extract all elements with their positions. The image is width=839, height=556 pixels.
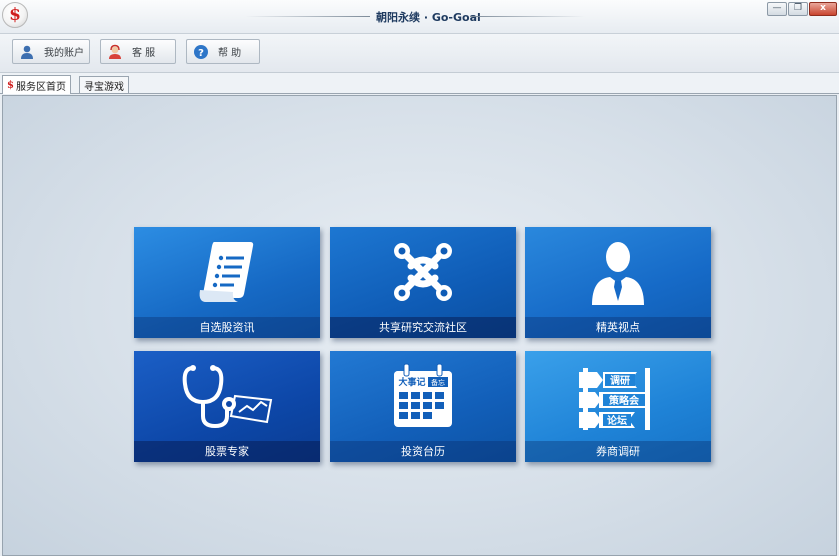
help-button[interactable]: ? 帮 助	[186, 39, 260, 64]
tile-label: 股票专家	[134, 441, 320, 462]
tile-label: 投资台历	[330, 441, 516, 462]
tile-watchlist-news[interactable]: 自选股资讯	[134, 227, 320, 338]
tab-treasure-hunt[interactable]: 寻宝游戏	[79, 76, 129, 93]
svg-text:?: ?	[198, 48, 204, 59]
tab-strip: $ 服务区首页 寻宝游戏	[0, 73, 839, 94]
tab-service-home[interactable]: $ 服务区首页	[2, 75, 71, 94]
stethoscope-chart-icon	[134, 351, 320, 441]
help-label: 帮 助	[218, 48, 242, 59]
tile-label: 共享研究交流社区	[330, 317, 516, 338]
title-decor-line-right	[470, 16, 585, 17]
tab-service-home-label: 服务区首页	[15, 81, 66, 93]
close-button[interactable]: x	[809, 2, 837, 16]
app-logo[interactable]: $	[2, 2, 28, 28]
calendar-title: 大事记	[398, 376, 425, 388]
restore-button[interactable]: ❐	[788, 2, 808, 16]
help-icon: ?	[192, 43, 210, 61]
calendar-badge: 备忘	[431, 378, 445, 387]
community-knot-icon	[330, 227, 516, 317]
tile-stock-expert[interactable]: 股票专家	[134, 351, 320, 462]
customer-service-button[interactable]: 客 服	[100, 39, 176, 64]
toolbar: 我的账户 客 服 ? 帮 助	[0, 34, 839, 73]
customer-service-icon	[106, 43, 124, 61]
signpost-label-3: 论坛	[607, 414, 627, 427]
customer-service-label: 客 服	[132, 48, 156, 59]
document-list-icon	[134, 227, 320, 317]
tile-label: 券商调研	[525, 441, 711, 462]
tile-elite-viewpoint[interactable]: 精英视点	[525, 227, 711, 338]
my-account-button[interactable]: 我的账户	[12, 39, 90, 64]
title-bar: $ 朝阳永续 · Go-Goal — ❐ x	[0, 0, 839, 34]
service-home-panel: 自选股资讯 共享研究交流社区 精英视点 股票专家 大事记 备忘 投资台历 调研 …	[2, 95, 837, 556]
tile-label: 精英视点	[525, 317, 711, 338]
signpost-label-1: 调研	[610, 374, 630, 387]
signpost-icon: 调研 策略会 论坛	[525, 351, 711, 441]
business-person-icon	[525, 227, 711, 317]
title-decor-line-left	[245, 16, 370, 17]
calendar-icon: 大事记 备忘	[330, 351, 516, 441]
app-logo-small-icon: $	[7, 79, 14, 91]
tile-investment-calendar[interactable]: 大事记 备忘 投资台历	[330, 351, 516, 462]
my-account-label: 我的账户	[44, 48, 84, 59]
user-icon	[18, 43, 36, 61]
tile-broker-research[interactable]: 调研 策略会 论坛 券商调研	[525, 351, 711, 462]
window-controls: — ❐ x	[767, 2, 837, 16]
window-title: 朝阳永续 · Go-Goal	[376, 11, 481, 24]
tab-treasure-hunt-label: 寻宝游戏	[84, 81, 124, 93]
minimize-button[interactable]: —	[767, 2, 787, 16]
tile-label: 自选股资讯	[134, 317, 320, 338]
logo-glyph: $	[9, 4, 21, 25]
tile-research-community[interactable]: 共享研究交流社区	[330, 227, 516, 338]
signpost-label-2: 策略会	[609, 394, 639, 407]
